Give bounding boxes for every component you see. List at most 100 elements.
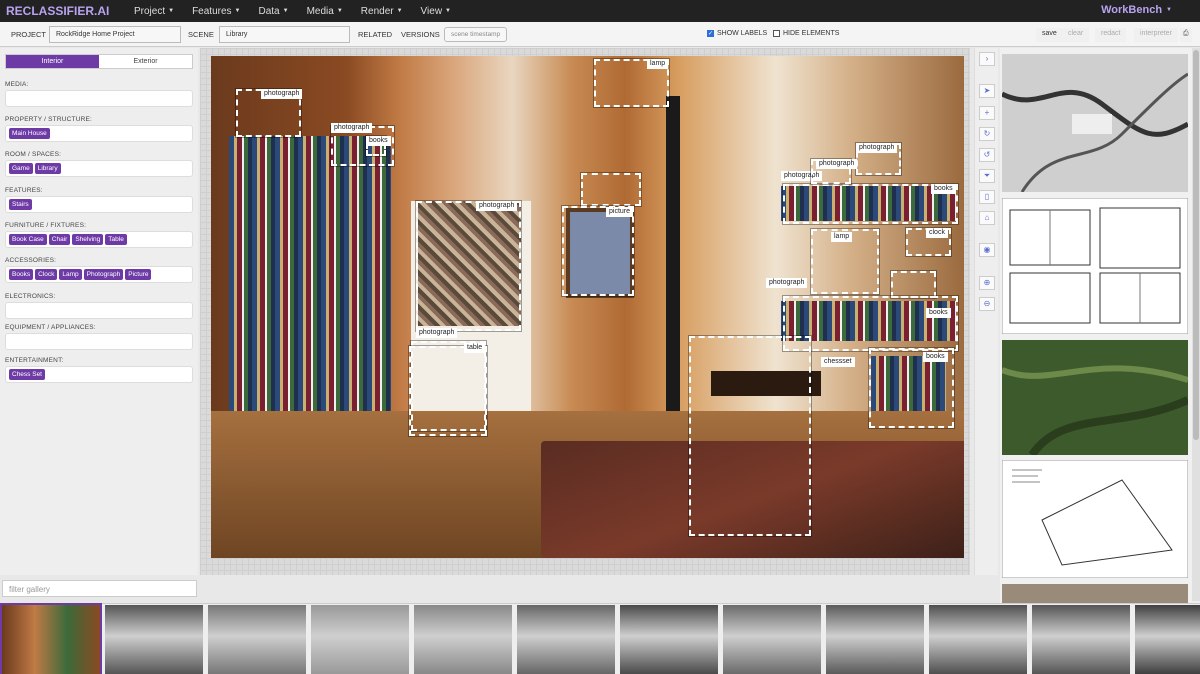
tag-chip[interactable]: Main House xyxy=(9,128,50,139)
filmstrip-thumb[interactable] xyxy=(929,605,1027,674)
detection-box-photograph[interactable] xyxy=(581,173,641,206)
menu-data[interactable]: Data ▼ xyxy=(251,6,297,17)
tag-chip[interactable]: Clock xyxy=(35,269,58,280)
floor-plan-thumb[interactable] xyxy=(1002,198,1188,334)
category-label: ROOM / SPACES: xyxy=(5,151,62,158)
printer-icon[interactable]: ⎙ xyxy=(1180,28,1192,42)
tag-chip[interactable]: Picture xyxy=(125,269,152,280)
scrollbar-thumb[interactable] xyxy=(1193,50,1199,440)
detection-label: photograph xyxy=(856,143,898,153)
detection-box-chessset[interactable] xyxy=(689,336,811,536)
scene-timestamp-input[interactable]: scene timestamp xyxy=(444,27,508,42)
category-tag-field[interactable]: Book Case Chair Shelving Table xyxy=(5,231,193,248)
hide-elements-checkbox[interactable]: HIDE ELEMENTS xyxy=(773,30,839,37)
gallery-scrollbar[interactable] xyxy=(1192,48,1200,601)
tag-chip[interactable]: Chess Set xyxy=(9,369,45,380)
chevron-right-icon[interactable]: › xyxy=(979,52,995,66)
menu-view[interactable]: View ▼ xyxy=(413,6,459,17)
satellite-thumb[interactable] xyxy=(1002,340,1188,455)
filter-gallery-input[interactable]: filter gallery xyxy=(2,580,197,597)
menu-label: Render xyxy=(360,5,394,17)
menu-label: Features xyxy=(192,5,232,17)
tag-chip[interactable]: Library xyxy=(34,163,61,174)
filmstrip-thumb[interactable] xyxy=(723,605,821,674)
redact-button[interactable]: redact xyxy=(1095,28,1127,42)
filmstrip-thumb[interactable] xyxy=(1135,605,1200,674)
tag-chip[interactable]: Lamp xyxy=(59,269,82,280)
detection-box-photograph[interactable] xyxy=(891,271,936,298)
left-panel: Interior Exterior MEDIA: PROPERTY / STRUC… xyxy=(0,48,198,575)
filmstrip-thumb[interactable] xyxy=(517,605,615,674)
tag-chip[interactable]: Shelving xyxy=(72,234,104,245)
filmstrip-thumb[interactable] xyxy=(1032,605,1130,674)
caret-down-icon: ▼ xyxy=(168,8,175,14)
category-tag-field[interactable]: Chess Set xyxy=(5,366,193,383)
menu-features[interactable]: Features ▼ xyxy=(184,6,248,17)
scene-filmstrip xyxy=(0,603,1200,674)
menu-media[interactable]: Media ▼ xyxy=(299,6,351,17)
rotate-cw-icon[interactable]: ↻ xyxy=(979,127,995,141)
bookmark-icon[interactable]: ⌂ xyxy=(979,211,995,225)
tag-chip[interactable]: Stairs xyxy=(9,199,32,210)
plus-box-icon[interactable]: + xyxy=(979,106,995,120)
scene-input[interactable]: Library xyxy=(219,26,350,43)
caret-down-icon: ▼ xyxy=(282,8,289,14)
menu-project[interactable]: Project ▼ xyxy=(126,6,182,17)
tool-rail: › ➤ + ↻ ↺ ⏷ ▯ ⌂ ◉ ⊕ ⊖ xyxy=(974,48,998,575)
tag-chip[interactable]: Table xyxy=(105,234,127,245)
filmstrip-thumb[interactable] xyxy=(826,605,924,674)
scene-image[interactable]: photograph photograph books lamp photograph p… xyxy=(211,56,964,558)
filmstrip-thumb[interactable] xyxy=(620,605,718,674)
tag-chip[interactable]: Chair xyxy=(48,234,71,245)
filmstrip-thumb[interactable] xyxy=(414,605,512,674)
clear-button[interactable]: clear xyxy=(1062,28,1090,42)
survey-plat-thumb[interactable] xyxy=(1002,460,1188,578)
detection-box-table[interactable] xyxy=(409,346,487,436)
menu-render[interactable]: Render ▼ xyxy=(353,6,411,17)
tag-chip[interactable]: Book Case xyxy=(9,234,47,245)
category-label: FEATURES: xyxy=(5,187,43,194)
detection-label: clock xyxy=(926,228,948,238)
tag-chip[interactable]: Game xyxy=(9,163,33,174)
filmstrip-thumb[interactable] xyxy=(105,605,203,674)
category-tag-field[interactable] xyxy=(5,302,193,319)
category-tag-field[interactable]: Main House xyxy=(5,125,193,142)
checkbox-checked-icon: ✓ xyxy=(707,30,714,37)
category-label: PROPERTY / STRUCTURE: xyxy=(5,116,93,123)
category-tag-field[interactable] xyxy=(5,90,193,107)
brand-logo[interactable]: RECLASSIFIER.AI xyxy=(6,4,124,18)
gallery-thumb-partial[interactable] xyxy=(1002,584,1188,603)
project-input[interactable]: RockRidge Home Project xyxy=(49,26,181,43)
versions-button[interactable]: VERSIONS xyxy=(401,30,440,39)
tab-exterior[interactable]: Exterior xyxy=(99,55,192,68)
filmstrip-thumb[interactable] xyxy=(0,603,102,674)
tab-interior[interactable]: Interior xyxy=(6,55,99,68)
category-tag-field[interactable] xyxy=(5,333,193,350)
category-tag-field[interactable]: Stairs xyxy=(5,196,193,213)
category-tag-field[interactable]: Game Library xyxy=(5,160,193,177)
page-icon[interactable]: ▯ xyxy=(979,190,995,204)
category-tag-field[interactable]: Books Clock Lamp Photograph Picture xyxy=(5,266,193,283)
rotate-ccw-icon[interactable]: ↺ xyxy=(979,148,995,162)
aerial-map-thumb[interactable] xyxy=(1002,54,1188,192)
tag-chip[interactable]: Books xyxy=(9,269,34,280)
workbench-label: WorkBench xyxy=(1101,4,1163,16)
workbench-menu[interactable]: WorkBench ▼ xyxy=(1101,4,1172,16)
related-button[interactable]: RELATED xyxy=(358,30,392,39)
detection-label: photograph xyxy=(476,201,518,211)
show-labels-checkbox[interactable]: ✓ SHOW LABELS xyxy=(707,30,767,37)
zoom-in-icon[interactable]: ⊕ xyxy=(979,276,995,290)
zoom-out-icon[interactable]: ⊖ xyxy=(979,297,995,311)
filter-icon[interactable]: ⏷ xyxy=(979,169,995,183)
navigate-icon[interactable]: ➤ xyxy=(979,84,995,98)
camera-icon[interactable]: ◉ xyxy=(979,243,995,257)
interpreter-button[interactable]: interpreter xyxy=(1134,28,1178,42)
save-button[interactable]: save xyxy=(1036,28,1063,42)
filmstrip-thumb[interactable] xyxy=(208,605,306,674)
detection-box-photograph[interactable] xyxy=(416,201,521,331)
detection-box-picture[interactable] xyxy=(562,206,634,296)
filmstrip-thumb[interactable] xyxy=(311,605,409,674)
tag-chip[interactable]: Photograph xyxy=(83,269,124,280)
detection-label: photograph xyxy=(331,123,373,133)
hide-elements-label: HIDE ELEMENTS xyxy=(783,30,840,37)
